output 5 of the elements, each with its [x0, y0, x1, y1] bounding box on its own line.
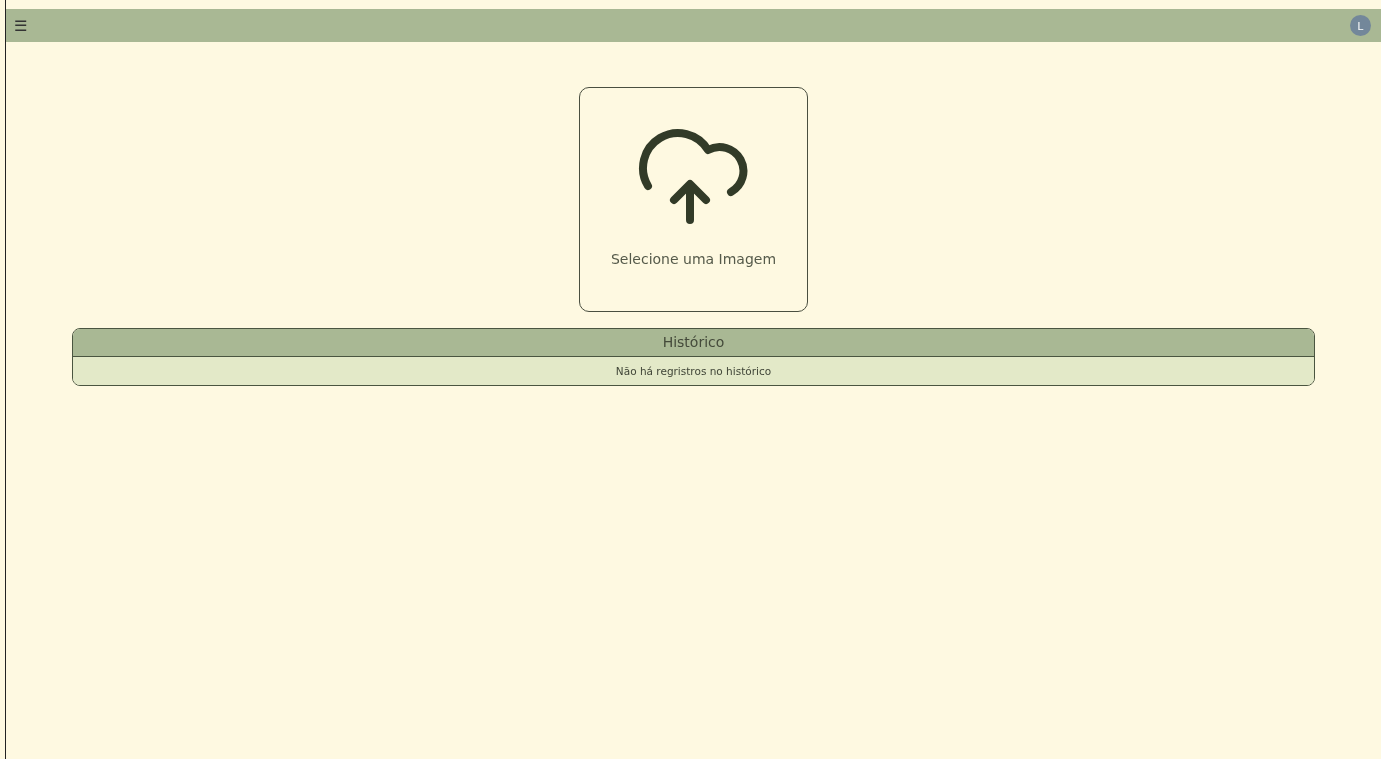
history-title: Histórico	[73, 329, 1314, 357]
menu-button[interactable]: ☰	[14, 18, 27, 33]
user-avatar[interactable]: L	[1350, 15, 1371, 36]
image-upload-card[interactable]: Selecione uma Imagem	[579, 87, 808, 312]
empty-history-message: Não há regristros no histórico	[73, 357, 1314, 385]
